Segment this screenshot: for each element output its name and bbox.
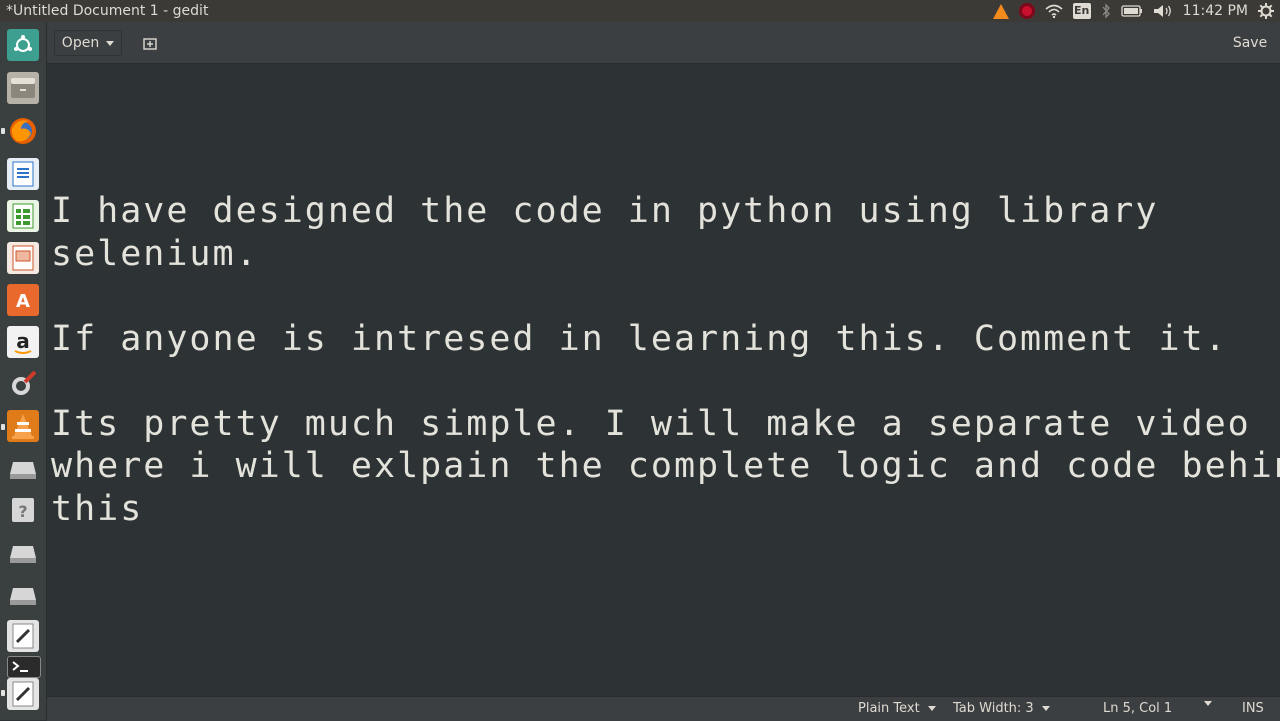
text-editor[interactable]: I have designed the code in python using…	[47, 64, 1280, 696]
record-indicator-icon[interactable]	[1018, 0, 1035, 22]
chevron-down-icon	[927, 706, 936, 711]
battery-icon[interactable]	[1121, 0, 1143, 22]
chevron-down-icon	[1041, 706, 1050, 711]
drive-icon[interactable]	[7, 452, 39, 484]
impress-icon[interactable]	[7, 242, 39, 274]
document-text[interactable]: I have designed the code in python using…	[51, 190, 1280, 531]
gear-icon[interactable]	[1258, 0, 1274, 22]
running-indicator	[1, 424, 5, 430]
launcher: A a ?	[0, 22, 47, 720]
svg-text:?: ?	[18, 502, 27, 521]
calc-icon[interactable]	[7, 200, 39, 232]
language-selector[interactable]: Plain Text	[858, 701, 936, 716]
drive-icon[interactable]	[7, 578, 39, 610]
firefox-icon[interactable]	[7, 115, 39, 147]
text-editor-icon[interactable]	[7, 620, 39, 652]
document-line[interactable]: where i will exlpain the complete logic …	[51, 445, 1280, 488]
document-line[interactable]: this	[51, 488, 1251, 531]
position-dropdown[interactable]	[1204, 701, 1212, 706]
insert-mode-indicator: INS	[1242, 701, 1264, 716]
writer-icon[interactable]	[7, 158, 39, 190]
dash-icon[interactable]	[7, 29, 39, 61]
drive-icon[interactable]	[7, 536, 39, 568]
window-title: *Untitled Document 1 - gedit	[6, 3, 209, 19]
open-button[interactable]: Open	[54, 30, 122, 56]
wifi-icon[interactable]	[1045, 0, 1063, 22]
vlc-icon[interactable]	[7, 410, 39, 442]
running-indicator	[1, 690, 5, 696]
cursor-position[interactable]: Ln 5, Col 1	[1103, 701, 1172, 716]
chevron-down-icon	[106, 40, 115, 46]
new-tab-button[interactable]	[138, 32, 162, 54]
document-line[interactable]	[51, 275, 1251, 318]
volume-icon[interactable]	[1153, 0, 1173, 22]
keyboard-layout-indicator[interactable]: En	[1072, 0, 1091, 22]
text-editor-icon[interactable]	[7, 678, 39, 710]
document-line[interactable]: If anyone is intresed in learning this. …	[51, 318, 1251, 361]
vlc-indicator-icon[interactable]	[992, 0, 1009, 22]
scrollbar[interactable]	[1274, 64, 1280, 696]
terminal-icon[interactable]	[7, 656, 41, 678]
tab-width-selector[interactable]: Tab Width: 3	[953, 701, 1050, 716]
svg-text:a: a	[16, 329, 30, 353]
document-line[interactable]: selenium.	[51, 233, 1251, 276]
save-button[interactable]: Save	[1228, 30, 1272, 56]
amazon-icon[interactable]: a	[7, 326, 39, 358]
tab-width-label: Tab Width: 3	[953, 701, 1034, 716]
system-tray: En 11:42 PM	[983, 0, 1274, 22]
open-button-label: Open	[61, 35, 100, 51]
chevron-down-icon	[1204, 701, 1212, 706]
files-icon[interactable]	[7, 72, 39, 104]
system-settings-icon[interactable]	[7, 368, 39, 400]
svg-text:A: A	[16, 291, 30, 312]
status-bar: Plain Text Tab Width: 3 Ln 5, Col 1 INS	[47, 696, 1280, 721]
document-line[interactable]: I have designed the code in python using…	[51, 190, 1251, 233]
help-icon[interactable]: ?	[7, 494, 39, 526]
header-bar: Open Save	[47, 22, 1280, 64]
cursor-position-label: Ln 5, Col 1	[1103, 701, 1173, 716]
clock[interactable]: 11:42 PM	[1183, 0, 1248, 22]
software-center-icon[interactable]: A	[7, 284, 39, 316]
document-line[interactable]: Its pretty much simple. I will make a se…	[51, 403, 1251, 446]
running-indicator	[1, 128, 5, 134]
top-panel: *Untitled Document 1 - gedit En 11:42 PM	[0, 0, 1280, 22]
bluetooth-icon[interactable]	[1101, 0, 1111, 22]
language-label: Plain Text	[858, 701, 920, 716]
document-line[interactable]	[51, 360, 1251, 403]
new-document-icon	[143, 38, 157, 50]
